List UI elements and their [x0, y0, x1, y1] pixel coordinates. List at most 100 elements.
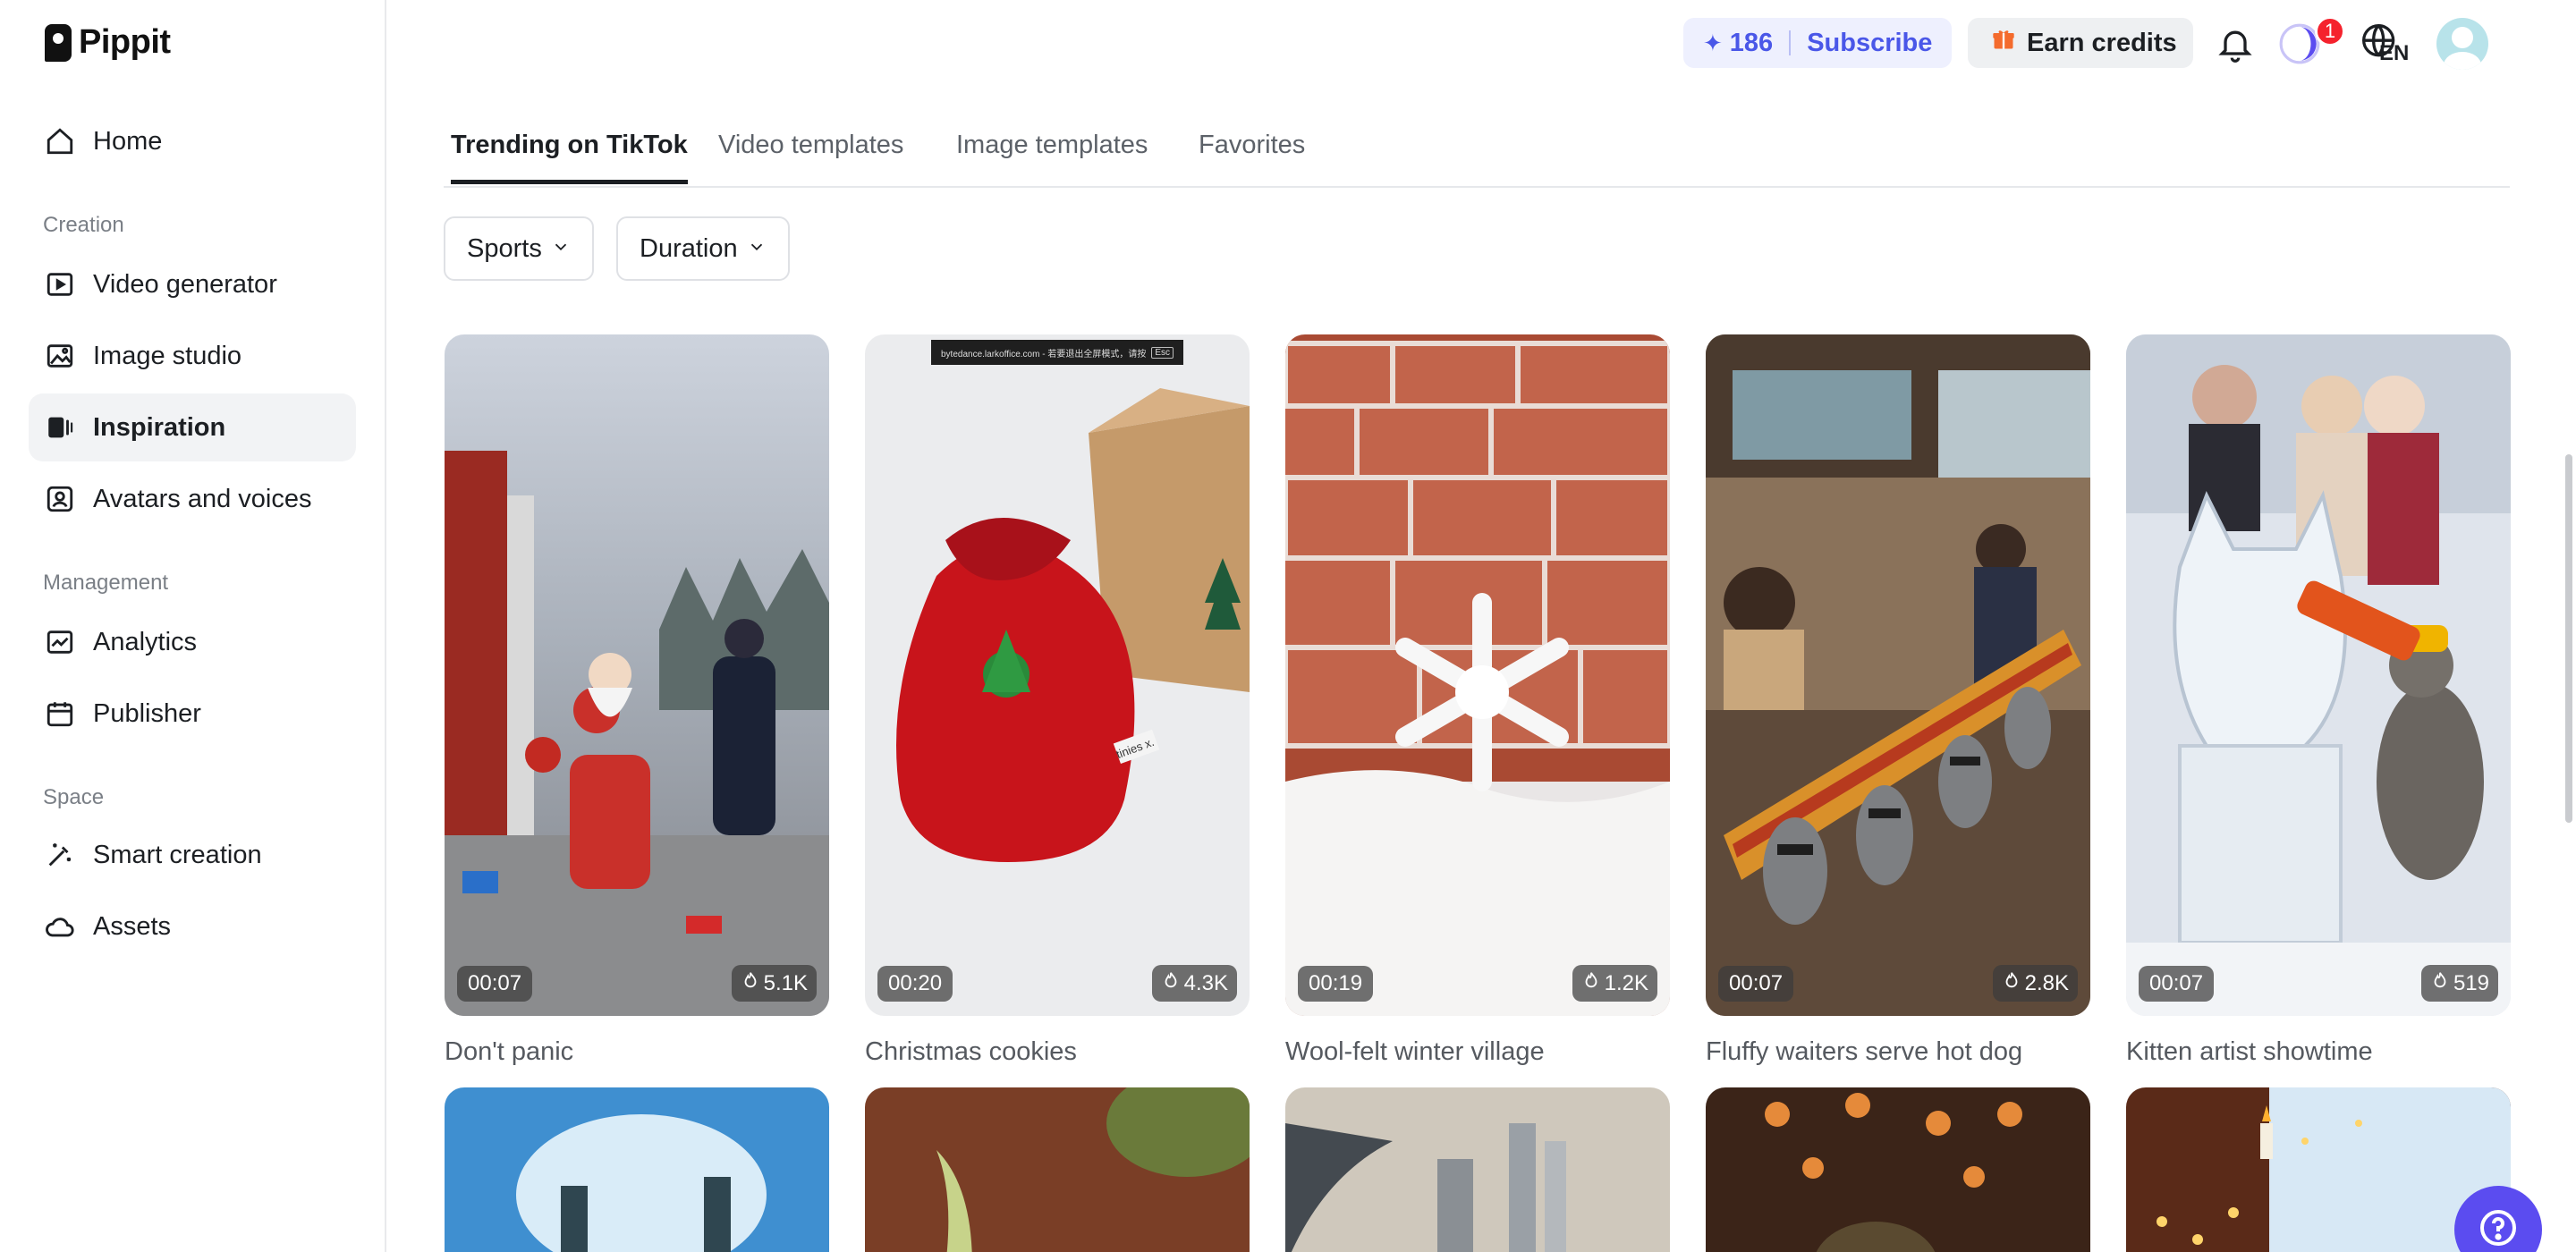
- earn-credits-button[interactable]: Earn credits: [1968, 18, 2193, 68]
- flame-icon: [1581, 970, 1601, 996]
- views-badge: 1.2K: [1572, 965, 1657, 1002]
- video-thumbnail[interactable]: 00:07 2.8K: [1706, 334, 2090, 1016]
- video-thumbnail[interactable]: bytedance.larkoffice.com - 若要退出全屏模式，请按 E…: [865, 334, 1250, 1016]
- video-thumbnail[interactable]: [445, 1087, 829, 1252]
- lantern-room-image: [1706, 1087, 2090, 1252]
- category-tabs: Trending on TikTok Video templates Image…: [444, 114, 2510, 188]
- duration-badge: 00:07: [1718, 966, 1794, 1002]
- video-generator-icon: [45, 269, 75, 300]
- brand-name: Pippit: [79, 23, 171, 61]
- notification-bell-icon[interactable]: [2211, 20, 2259, 68]
- section-label-space: Space: [43, 785, 105, 809]
- city-skyline-image: [1285, 1087, 1670, 1252]
- card-title[interactable]: Don't panic: [445, 1037, 573, 1067]
- sidebar-item-label: Smart creation: [93, 840, 262, 869]
- credits-subscribe-pill[interactable]: ✦ 186 Subscribe: [1683, 18, 1952, 68]
- sidebar-item-smart-creation[interactable]: Smart creation: [29, 821, 356, 889]
- sidebar-item-label: Avatars and voices: [93, 484, 312, 513]
- sidebar-item-assets[interactable]: Assets: [29, 892, 356, 960]
- tab-favorites[interactable]: Favorites: [1199, 131, 1305, 180]
- page-scrollbar[interactable]: [2565, 454, 2572, 823]
- video-thumbnail[interactable]: [1706, 1087, 2090, 1252]
- earn-credits-label: Earn credits: [2027, 28, 2177, 57]
- duration-filter-dropdown[interactable]: Duration: [616, 216, 790, 281]
- watermark-bar: bytedance.larkoffice.com - 若要退出全屏模式，请按 E…: [931, 340, 1183, 365]
- card-title[interactable]: Fluffy waiters serve hot dog: [1706, 1037, 2022, 1067]
- views-badge: 5.1K: [731, 965, 817, 1002]
- waterfall-image: [445, 1087, 829, 1252]
- video-thumbnail[interactable]: [2126, 1087, 2511, 1252]
- card-title[interactable]: Wool-felt winter village: [1285, 1037, 1545, 1067]
- sidebar-item-label: Analytics: [93, 627, 198, 656]
- video-thumbnail[interactable]: [1285, 1087, 1670, 1252]
- views-badge: 4.3K: [1151, 965, 1237, 1002]
- plant-image: [865, 1087, 1250, 1252]
- sidebar-item-analytics[interactable]: Analytics: [29, 608, 356, 676]
- duration-badge: 00:07: [2139, 966, 2215, 1002]
- flame-icon: [2430, 970, 2450, 996]
- sidebar-item-label: Video generator: [93, 269, 277, 299]
- views-count: 519: [2453, 970, 2489, 995]
- sidebar-item-home[interactable]: Home: [29, 107, 356, 175]
- magic-wand-icon: [45, 840, 75, 870]
- tab-trending-tiktok[interactable]: Trending on TikTok: [451, 131, 688, 184]
- analytics-icon: [45, 627, 75, 657]
- chevron-down-icon: [551, 234, 571, 264]
- sidebar-item-image-studio[interactable]: Image studio: [29, 322, 356, 390]
- christmas-scene-image: [2126, 1087, 2511, 1252]
- filter-label: Duration: [640, 233, 738, 263]
- sidebar-item-label: Image studio: [93, 341, 242, 370]
- notification-badge: 1: [2315, 16, 2345, 47]
- inspiration-icon: [45, 412, 75, 443]
- user-avatar[interactable]: [2436, 18, 2488, 70]
- sidebar-item-label: Inspiration: [93, 412, 226, 442]
- sidebar-item-inspiration[interactable]: Inspiration: [29, 393, 356, 461]
- views-count: 5.1K: [763, 970, 808, 995]
- gift-icon: [1991, 27, 2016, 59]
- flame-icon: [2002, 970, 2021, 996]
- sidebar-item-video-generator[interactable]: Video generator: [29, 250, 356, 318]
- watermark-text: bytedance.larkoffice.com - 若要退出全屏模式，请按: [941, 349, 1147, 360]
- sports-filter-dropdown[interactable]: Sports: [444, 216, 594, 281]
- card-title[interactable]: Christmas cookies: [865, 1037, 1077, 1067]
- card-title[interactable]: Kitten artist showtime: [2126, 1037, 2373, 1067]
- cloud-icon: [45, 911, 75, 942]
- sparkle-icon: ✦: [1703, 29, 1723, 56]
- video-thumbnail[interactable]: 00:19 1.2K: [1285, 334, 1670, 1016]
- sidebar-item-publisher[interactable]: Publisher: [29, 680, 356, 748]
- chevron-down-icon: [747, 234, 767, 264]
- flame-icon: [1161, 970, 1181, 996]
- views-count: 2.8K: [2024, 970, 2069, 995]
- tab-image-templates[interactable]: Image templates: [956, 131, 1148, 180]
- question-icon: [2477, 1206, 2520, 1252]
- video-thumbnail[interactable]: [865, 1087, 1250, 1252]
- home-icon: [45, 126, 75, 156]
- language-label: EN: [2379, 41, 2410, 65]
- ice-cat-sculpture-image: [2126, 334, 2511, 1016]
- views-count: 4.3K: [1183, 970, 1228, 995]
- sidebar-item-label: Assets: [93, 911, 172, 941]
- pippit-logo-icon: [45, 23, 72, 62]
- video-thumbnail[interactable]: 00:07 519: [2126, 334, 2511, 1016]
- sidebar-item-label: Home: [93, 126, 163, 156]
- tab-video-templates[interactable]: Video templates: [718, 131, 903, 180]
- raccoon-hotdog-image: [1706, 334, 2090, 1016]
- brand-logo[interactable]: Pippit: [45, 23, 171, 62]
- sidebar-item-avatars-voices[interactable]: Avatars and voices: [29, 465, 356, 533]
- calendar-icon: [45, 698, 75, 729]
- duration-badge: 00:20: [877, 966, 953, 1002]
- gift-bag-image: [865, 334, 1250, 1016]
- santa-scene-image: [445, 334, 829, 1016]
- sidebar: Pippit Home Creation Video generator Ima…: [0, 0, 386, 1252]
- image-studio-icon: [45, 341, 75, 371]
- duration-badge: 00:19: [1298, 966, 1374, 1002]
- esc-key-label: Esc: [1151, 346, 1174, 359]
- duration-badge: 00:07: [457, 966, 533, 1002]
- section-label-management: Management: [43, 571, 169, 595]
- snowflake-brick-image: [1285, 334, 1670, 1016]
- views-count: 1.2K: [1604, 970, 1648, 995]
- sidebar-item-label: Publisher: [93, 698, 201, 728]
- credit-balance: 186: [1729, 28, 1774, 57]
- video-thumbnail[interactable]: 00:07 5.1K: [445, 334, 829, 1016]
- subscribe-button[interactable]: Subscribe: [1807, 29, 1932, 58]
